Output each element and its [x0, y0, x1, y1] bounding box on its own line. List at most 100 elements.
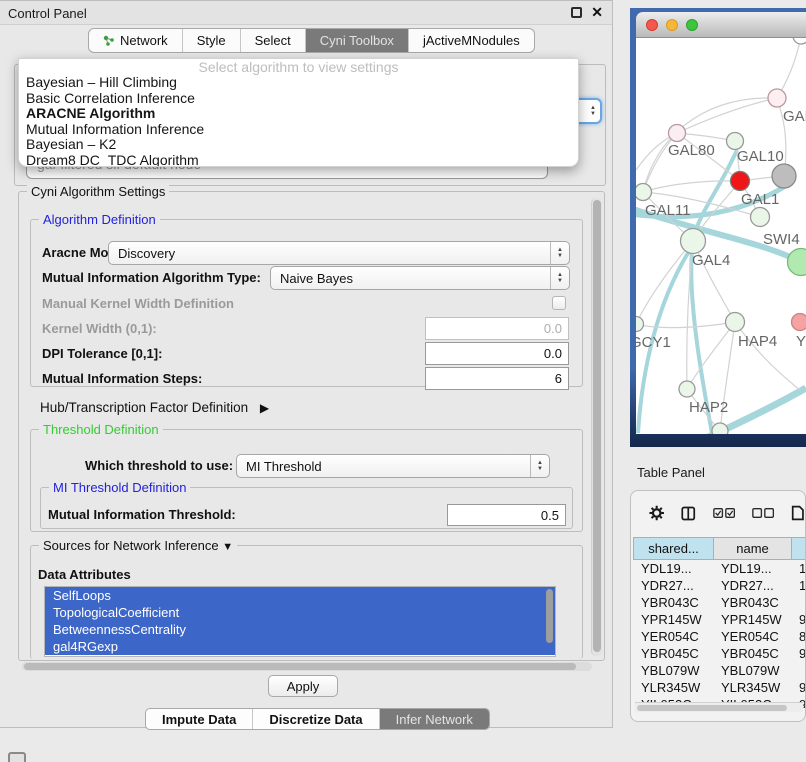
- algorithm-option[interactable]: Dream8 DC_TDC Algorithm: [19, 153, 578, 168]
- table-cell: 9.: [791, 679, 806, 696]
- checked-columns-icon[interactable]: [713, 507, 735, 519]
- network-node-label: GAL10: [737, 148, 784, 165]
- apply-button[interactable]: Apply: [268, 675, 338, 697]
- network-window-titlebar[interactable]: [636, 12, 806, 38]
- network-node[interactable]: [712, 423, 728, 434]
- table-cell: [791, 662, 806, 679]
- algorithm-option[interactable]: Basic Correlation Inference: [19, 91, 578, 107]
- network-edge[interactable]: [636, 322, 735, 328]
- tab-jactivemnodules[interactable]: jActiveMNodules: [409, 29, 534, 52]
- minimized-panel-icon[interactable]: [8, 752, 26, 762]
- algorithm-option[interactable]: Bayesian – Hill Climbing: [19, 75, 578, 91]
- algorithm-option[interactable]: ARACNE Algorithm: [19, 106, 578, 122]
- network-node[interactable]: [788, 249, 806, 276]
- which-threshold-combo[interactable]: MI Threshold ▲▼: [236, 454, 550, 478]
- network-node-label: GAL4: [692, 252, 730, 269]
- close-icon[interactable]: ✕: [591, 4, 603, 21]
- table-row[interactable]: YBR045CYBR045C9.: [633, 645, 806, 662]
- expander-arrow-icon: ▶: [260, 401, 269, 415]
- network-node[interactable]: [793, 38, 806, 44]
- network-node[interactable]: [751, 208, 770, 227]
- network-node[interactable]: [772, 164, 796, 188]
- table-row[interactable]: YBR043CYBR043C: [633, 594, 806, 611]
- table-horizontal-scrollbar[interactable]: [635, 702, 803, 712]
- settings-horizontal-scrollbar[interactable]: [22, 662, 592, 671]
- network-canvas-area[interactable]: GALGAL80GAL10GAL1GAL11SWI4GAL4GCY1HAP4YH…: [636, 38, 806, 434]
- mac-zoom-icon[interactable]: [686, 19, 698, 31]
- tab-label: Cyni Toolbox: [320, 33, 394, 48]
- algorithm-option[interactable]: Bayesian – K2: [19, 137, 578, 153]
- kernel-width-field[interactable]: 0.0: [425, 317, 569, 340]
- manual-kernel-checkbox[interactable]: [552, 296, 566, 310]
- mac-close-icon[interactable]: [646, 19, 658, 31]
- tab-select[interactable]: Select: [241, 29, 306, 52]
- network-node[interactable]: [792, 314, 806, 331]
- mi-type-combo[interactable]: Naive Bayes ▲▼: [270, 266, 570, 290]
- tab-network[interactable]: Network: [89, 29, 183, 52]
- table-body: YDL19...YDL19...13YDR27...YDR27...12YBR0…: [633, 560, 806, 708]
- sources-expander[interactable]: Sources for Network Inference ▼: [39, 538, 237, 553]
- mi-threshold-field[interactable]: 0.5: [447, 504, 566, 526]
- table-cell: YDL19...: [713, 560, 791, 577]
- gear-icon[interactable]: [649, 504, 664, 522]
- data-attributes-list[interactable]: SelfLoopsTopologicalCoefficientBetweenne…: [44, 586, 556, 657]
- network-node[interactable]: [726, 313, 745, 332]
- tab-cyni-toolbox[interactable]: Cyni Toolbox: [306, 29, 409, 52]
- network-node-label: GAL11: [645, 202, 691, 219]
- tab-infer-network[interactable]: Infer Network: [380, 709, 489, 729]
- column-header[interactable]: shared...: [633, 537, 713, 560]
- table-row[interactable]: YBL079WYBL079W: [633, 662, 806, 679]
- network-node[interactable]: [731, 172, 750, 191]
- network-edge[interactable]: [777, 38, 801, 98]
- table-cell: [791, 594, 806, 611]
- table-panel: shared...nameA YDL19...YDL19...13YDR27..…: [630, 490, 806, 722]
- data-attribute-item[interactable]: BetweennessCentrality: [45, 621, 555, 638]
- table-row[interactable]: YDR27...YDR27...12: [633, 577, 806, 594]
- table-row[interactable]: YER054CYER054C8.: [633, 628, 806, 645]
- screen: Control Panel ✕ Network Style Select Cyn…: [0, 0, 806, 762]
- column-header[interactable]: name: [713, 537, 791, 560]
- table-row[interactable]: YPR145WYPR145W9.: [633, 611, 806, 628]
- list-vertical-scrollbar[interactable]: [545, 589, 554, 653]
- mi-type-value: Naive Bayes: [280, 271, 353, 286]
- table-row[interactable]: YDL19...YDL19...13: [633, 560, 806, 577]
- table-cell: 9.: [791, 611, 806, 628]
- network-graph[interactable]: GALGAL80GAL10GAL1GAL11SWI4GAL4GCY1HAP4YH…: [636, 38, 806, 434]
- dpi-tolerance-field[interactable]: 0.0: [425, 342, 569, 365]
- network-node[interactable]: [727, 133, 744, 150]
- mi-type-label: Mutual Information Algorithm Type:: [42, 270, 261, 285]
- data-attribute-item[interactable]: TopologicalCoefficient: [45, 604, 555, 621]
- network-edge[interactable]: [636, 241, 693, 324]
- network-node[interactable]: [636, 184, 652, 201]
- combo-stepper-icon: ▲▼: [550, 267, 569, 289]
- column-header[interactable]: A: [791, 537, 806, 560]
- network-node[interactable]: [681, 229, 706, 254]
- network-node-label: GCY1: [636, 334, 671, 351]
- network-node[interactable]: [669, 125, 686, 142]
- document-icon[interactable]: [791, 504, 805, 522]
- aracne-mode-combo[interactable]: Discovery ▲▼: [108, 241, 570, 265]
- algorithm-option[interactable]: Mutual Information Inference: [19, 122, 578, 138]
- float-window-icon[interactable]: [571, 7, 582, 18]
- mac-minimize-icon[interactable]: [666, 19, 678, 31]
- network-node[interactable]: [679, 381, 695, 397]
- column-layout-icon[interactable]: [681, 505, 696, 522]
- tab-discretize-data[interactable]: Discretize Data: [253, 709, 379, 729]
- unchecked-columns-icon[interactable]: [752, 507, 774, 519]
- network-node[interactable]: [768, 89, 786, 107]
- data-attribute-item[interactable]: gal4RGexp: [45, 638, 555, 655]
- settings-vertical-scrollbar[interactable]: [591, 198, 602, 656]
- network-icon: [103, 35, 115, 47]
- mi-steps-field[interactable]: 6: [425, 367, 569, 390]
- network-edge[interactable]: [643, 181, 740, 192]
- table-cell: YDL19...: [633, 560, 713, 577]
- data-attribute-item[interactable]: SelfLoops: [45, 587, 555, 604]
- mi-threshold-label: Mutual Information Threshold:: [48, 507, 236, 522]
- network-node[interactable]: [636, 317, 644, 332]
- hub-definition-expander[interactable]: Hub/Transcription Factor Definition ▶: [40, 400, 269, 415]
- dropdown-placeholder: Select algorithm to view settings: [19, 59, 578, 75]
- control-panel-titlebar[interactable]: Control Panel ✕: [0, 1, 612, 25]
- table-row[interactable]: YLR345WYLR345W9.: [633, 679, 806, 696]
- tab-style[interactable]: Style: [183, 29, 241, 52]
- tab-impute-data[interactable]: Impute Data: [146, 709, 253, 729]
